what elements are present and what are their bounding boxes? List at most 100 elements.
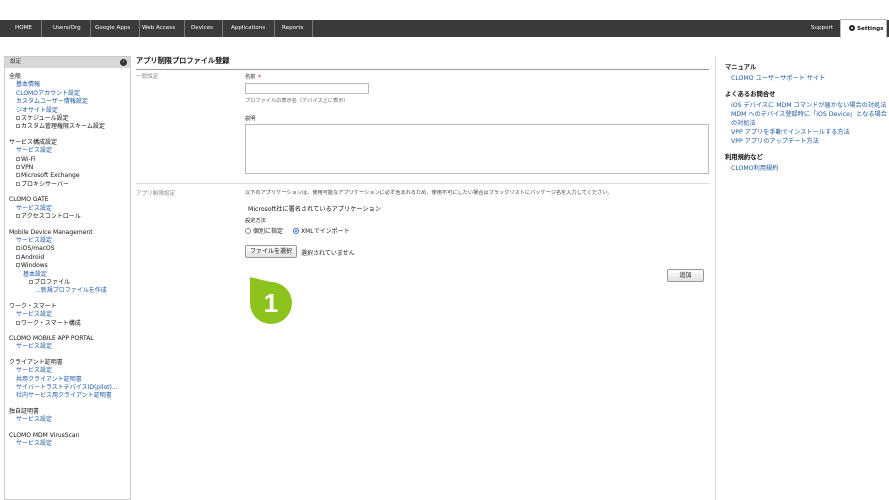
app-restriction-note: 以下のアプリケーションは、使用可能なアプリケーションに必ず含まれるため、使用不可… — [245, 190, 613, 196]
sidebar-tree-label: VPN — [21, 164, 34, 172]
sidebar-link[interactable]: サービス設定 — [9, 147, 130, 155]
help-link[interactable]: MDM へのデバイス登録時に「iOS Device」となる場合の対処法 — [725, 110, 889, 128]
help-link[interactable]: CLOMO ユーザーサポート サイト — [725, 74, 889, 83]
sidebar-tree-item[interactable]: Windows — [9, 262, 130, 270]
sidebar-link[interactable]: サービス設定 — [9, 343, 130, 351]
expand-icon[interactable] — [16, 173, 20, 178]
sidebar-tree-label: プロキシサーバー — [21, 180, 69, 188]
setting-method-label: 設定方法 — [245, 218, 266, 224]
collapse-sidebar-icon[interactable]: ‹ — [120, 59, 127, 66]
nav-applications[interactable]: Applications — [222, 20, 276, 37]
expand-icon[interactable] — [16, 254, 20, 259]
sidebar-menu: 全般 基本情報 CLOMOアカウント設定 カスタムユーザー情報設定 ジオサイト設定 スケジ… — [5, 68, 130, 448]
radio-individual[interactable]: 個別に指定 — [245, 226, 283, 235]
expand-icon[interactable] — [16, 320, 20, 325]
expand-icon[interactable] — [29, 279, 33, 284]
sidebar-tree-item[interactable]: カスタム管理権限スキーム設定 — [9, 123, 130, 131]
nav-web-access[interactable]: Web Access — [133, 20, 186, 37]
choose-file-button[interactable]: ファイルを選択 — [245, 245, 297, 258]
sidebar-link[interactable]: サービス設定 — [9, 311, 130, 319]
sidebar-link[interactable]: サービス設定 — [9, 440, 130, 448]
main-content: アプリ制限プロファイル登録 — [136, 56, 709, 70]
expand-icon[interactable] — [16, 214, 20, 219]
sidebar-link[interactable]: CLOMOアカウント設定 — [9, 90, 130, 98]
help-group: よくあるお問合せ iOS デバイスに MDM コマンドが届かない場合の対処法 MDM… — [725, 89, 889, 146]
nav-reports[interactable]: Reports — [273, 20, 314, 37]
expand-icon[interactable] — [16, 156, 20, 161]
radio-xml-import[interactable]: XMLでインポート — [293, 226, 350, 235]
help-group: 利用規約など CLOMO利用規約 — [725, 152, 889, 173]
sidebar-section-title: ワーク・スマート — [9, 302, 57, 310]
nav-users-org[interactable]: Users/Org — [44, 20, 91, 37]
help-group: マニュアル CLOMO ユーザーサポート サイト — [725, 62, 889, 83]
help-link[interactable]: VPP アプリを手動でインストールする方法 — [725, 128, 889, 137]
gear-icon — [849, 25, 855, 31]
sidebar-tree-item[interactable]: Microsoft Exchange — [9, 172, 130, 180]
sidebar-link[interactable]: ジオサイト設定 — [9, 107, 130, 115]
sidebar-tree-label: Android — [21, 253, 45, 261]
microsoft-signed-apps-label: Microsoft社に署名されているアプリケーション — [248, 206, 382, 213]
sidebar-tree-item[interactable]: Android — [9, 254, 130, 262]
sidebar-tree-label: プロファイル — [34, 278, 71, 286]
top-nav-bar: HOME Users/Org Google Apps Web Access De… — [0, 19, 889, 38]
sidebar-tree-item[interactable]: アクセスコントロール — [9, 213, 130, 221]
sidebar-section: 全般 基本情報 CLOMOアカウント設定 カスタムユーザー情報設定 ジオサイト設定 スケジ… — [9, 73, 130, 132]
nav-home[interactable]: HOME — [6, 20, 42, 37]
sidebar-tree-item[interactable]: プロキシサーバー — [9, 181, 130, 189]
sidebar-tree-item[interactable]: Wi-Fi — [9, 156, 130, 164]
general-section-label: 一般設定 — [136, 74, 159, 80]
section-divider — [136, 183, 709, 184]
sidebar-header: 設定 ‹ — [5, 57, 130, 68]
sidebar-tree-item[interactable]: ワーク・スマート構成 — [9, 320, 130, 328]
sidebar-link[interactable]: 社内サービス用クライアント証明書 — [9, 392, 130, 400]
help-group-title: マニュアル — [725, 64, 757, 71]
sidebar-link[interactable]: 基本情報 — [9, 81, 130, 89]
add-button[interactable]: 追加 — [667, 269, 704, 282]
help-link[interactable]: iOS デバイスに MDM コマンドが届かない場合の対処法 — [725, 101, 889, 110]
sidebar-link[interactable]: サービス設定 — [9, 367, 130, 375]
expand-icon[interactable] — [16, 181, 20, 186]
sidebar-link[interactable]: サービス設定 — [9, 237, 130, 245]
sidebar-tree-label: ワーク・スマート構成 — [21, 319, 81, 327]
expand-icon[interactable] — [16, 165, 20, 170]
radio-xml-circle[interactable] — [293, 228, 299, 234]
sidebar-link[interactable]: 基本設定 — [9, 271, 130, 279]
expand-icon[interactable] — [16, 124, 20, 129]
sidebar-link[interactable]: カスタムユーザー情報設定 — [9, 98, 130, 106]
description-textarea[interactable] — [245, 124, 709, 174]
nav-support[interactable]: Support — [811, 20, 833, 37]
settings-sidebar: 設定 ‹ 全般 基本情報 CLOMOアカウント設定 カスタムユーザー情報設定 ジオサイト… — [4, 56, 131, 500]
radio-individual-circle[interactable] — [245, 228, 251, 234]
sidebar-link[interactable]: サービス設定 — [9, 416, 130, 424]
sidebar-tree-item[interactable]: iOS/macOS — [9, 245, 130, 253]
name-hint: プロファイルの表示名（デバイス上に表示） — [245, 98, 349, 104]
page: HOME Users/Org Google Apps Web Access De… — [0, 0, 889, 500]
name-input[interactable] — [245, 83, 369, 94]
radio-xml-label: XMLでインポート — [301, 228, 350, 235]
sidebar-link[interactable]: ...新規プロファイルを作成 — [9, 287, 130, 295]
sidebar-link[interactable]: サービス設定 — [9, 205, 130, 213]
expand-icon[interactable] — [16, 246, 20, 251]
sidebar-tree-label: カスタム管理権限スキーム設定 — [21, 123, 105, 131]
sidebar-section-title: CLOMO GATE — [9, 196, 49, 204]
sidebar-tree-label: Microsoft Exchange — [21, 172, 80, 180]
sidebar-tree-label: iOS/macOS — [21, 245, 55, 253]
sidebar-tree-item[interactable]: VPN — [9, 164, 130, 172]
sidebar-link[interactable]: 共用クライアント証明書 — [9, 376, 130, 384]
sidebar-section: CLOMO MOBILE APP PORTAL サービス設定 — [9, 335, 130, 352]
nav-devices[interactable]: Devices — [182, 20, 224, 37]
expand-icon[interactable] — [16, 263, 20, 268]
sidebar-section: 独自証明書 サービス設定 — [9, 408, 130, 425]
sidebar-tree-label: スケジュール設定 — [21, 115, 69, 123]
sidebar-section: ワーク・スマート サービス設定 ワーク・スマート構成 — [9, 303, 130, 328]
help-link[interactable]: CLOMO利用規約 — [725, 164, 889, 173]
sidebar-header-label: 設定 — [10, 59, 22, 65]
expand-icon[interactable] — [16, 116, 20, 121]
sidebar-section-title: CLOMO MDM VirusScan — [9, 431, 80, 439]
nav-settings-tab[interactable]: Settings — [840, 19, 887, 38]
help-link[interactable]: VPP アプリのアップデート方法 — [725, 137, 889, 146]
required-mark: ＊ — [257, 74, 263, 80]
sidebar-section: クライアント証明書 サービス設定 共用クライアント証明書 サイバートラストデバイスID… — [9, 359, 130, 401]
sidebar-section-title: サービス構成設定 — [9, 138, 58, 146]
name-field-label: 名前 ＊ — [245, 73, 262, 80]
